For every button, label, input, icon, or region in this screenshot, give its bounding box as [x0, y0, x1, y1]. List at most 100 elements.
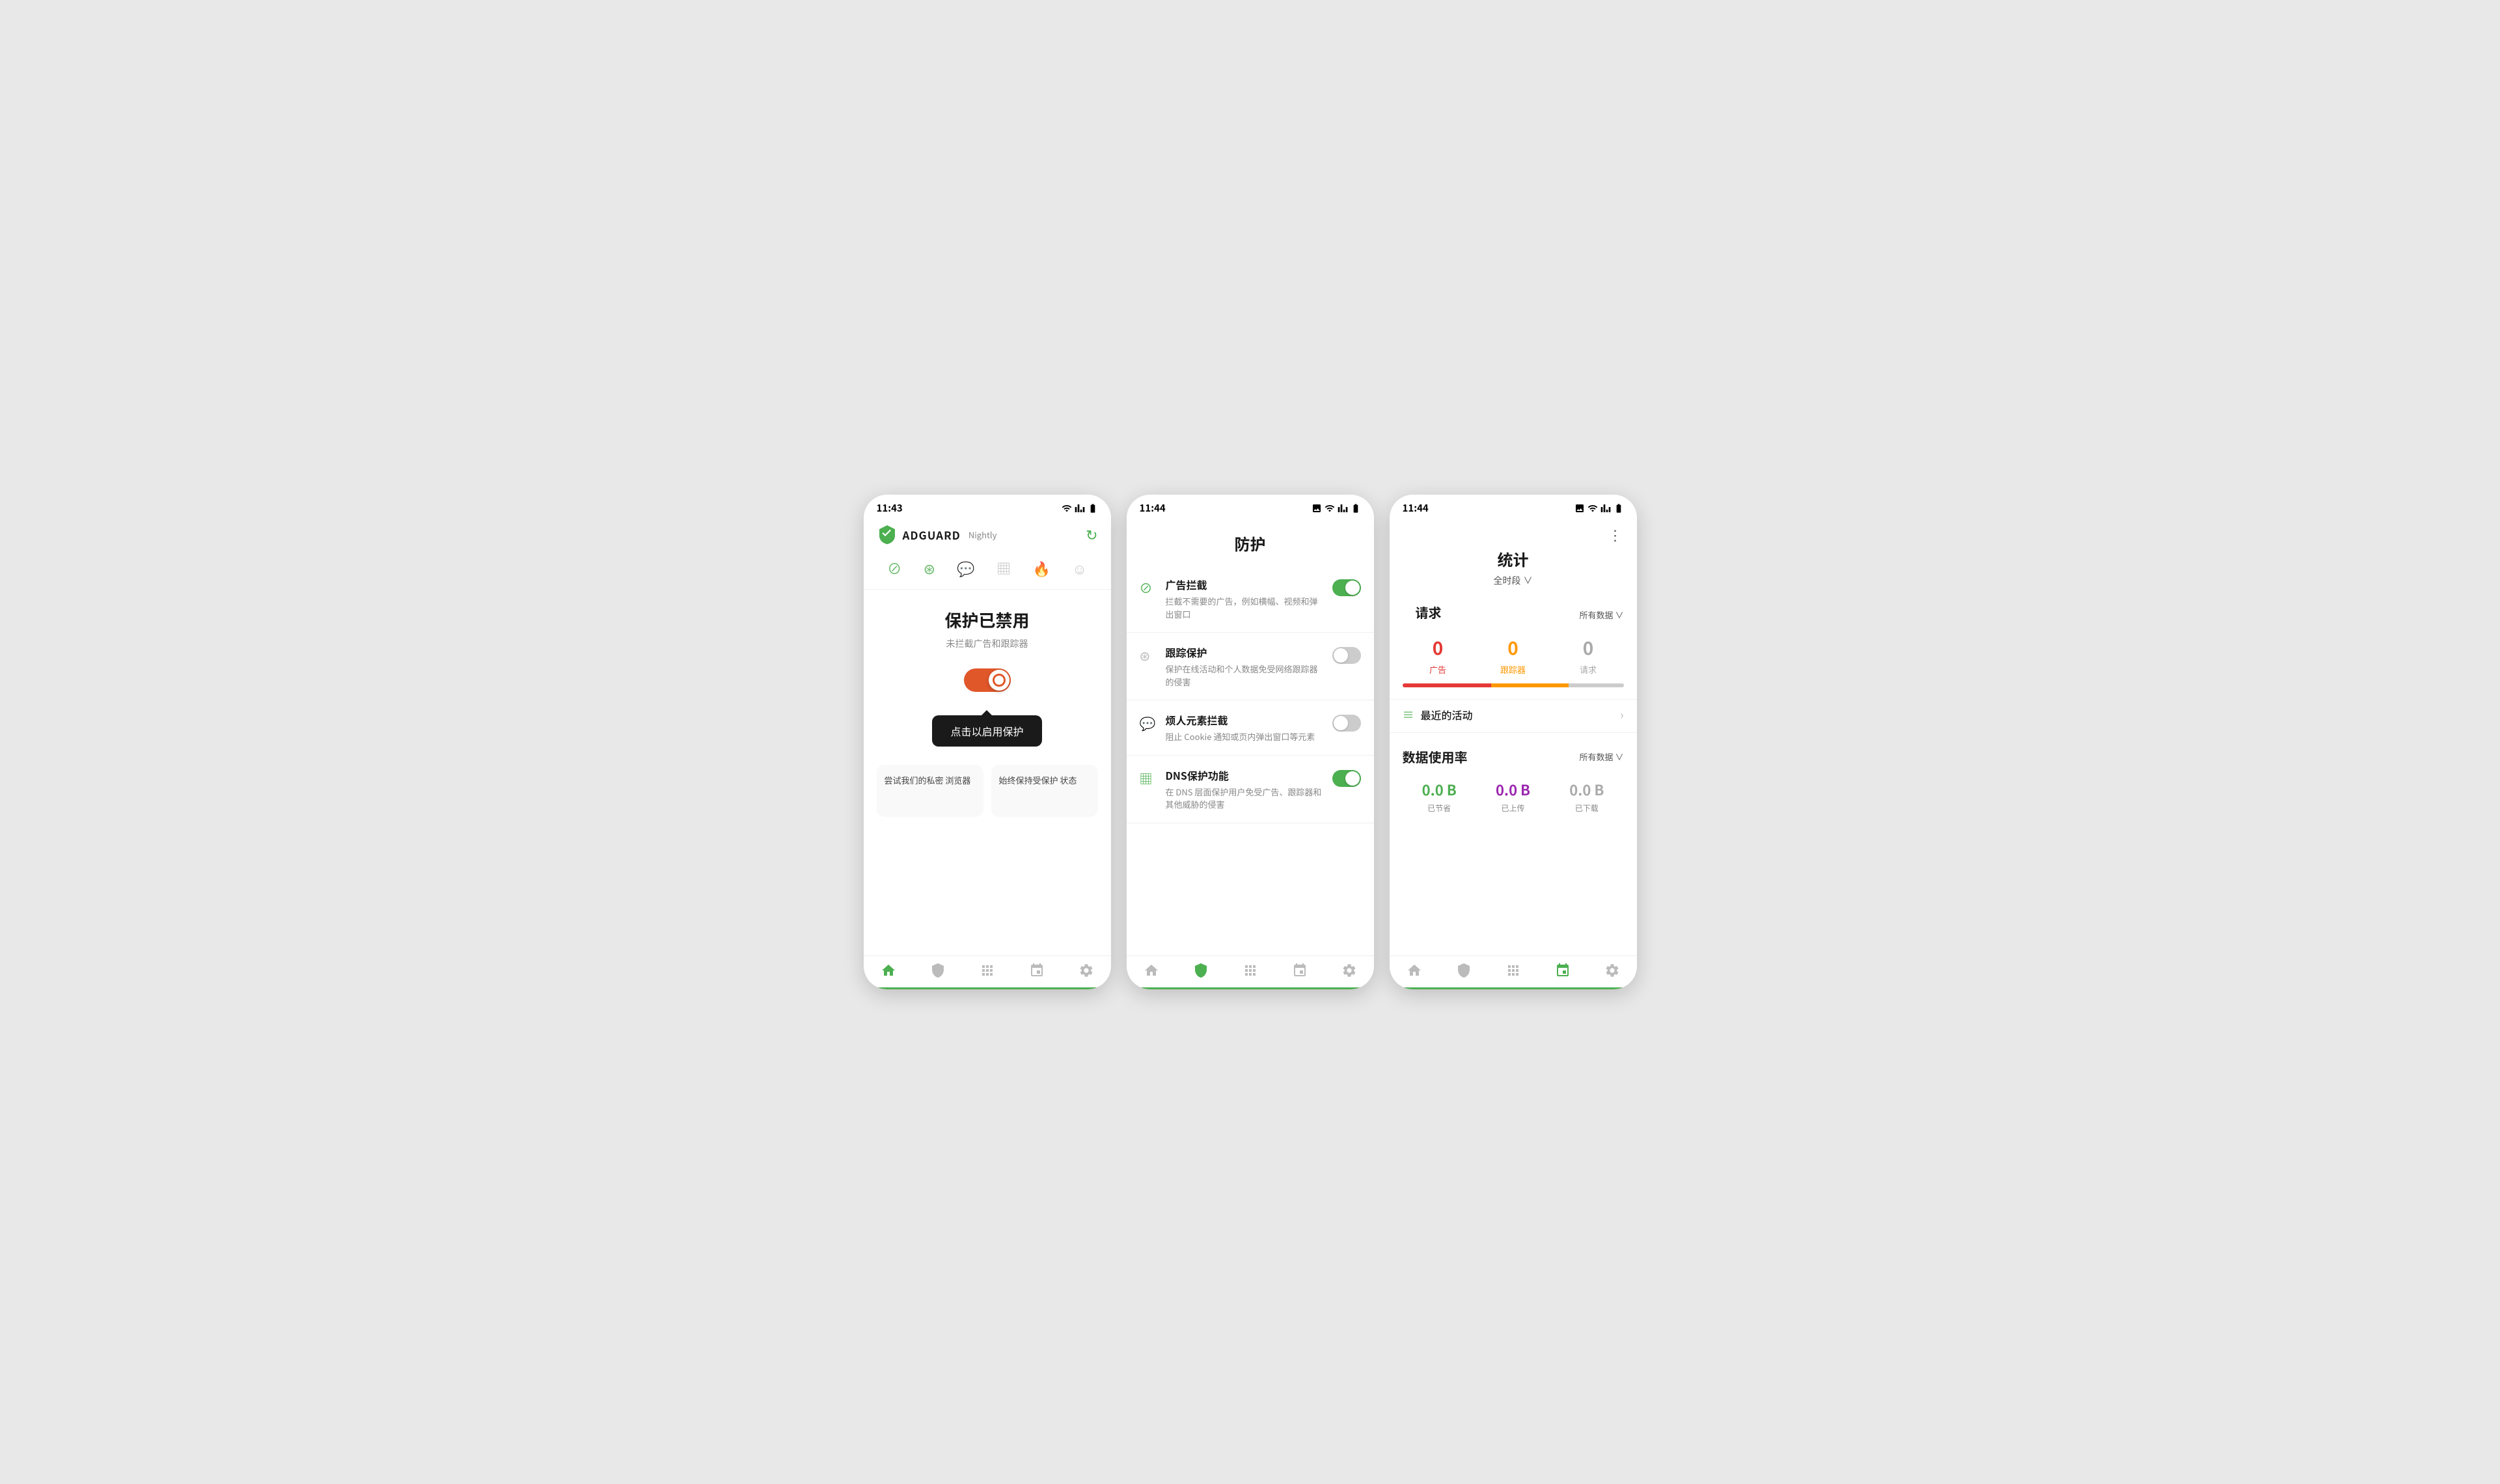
- data-filter[interactable]: 所有数据 ∨: [1579, 750, 1623, 763]
- prot-title-dns: DNS保护功能: [1166, 767, 1323, 783]
- nav-settings-3[interactable]: [1604, 963, 1620, 978]
- nav-home-2[interactable]: [1144, 963, 1159, 978]
- bottom-nav-2: [1127, 955, 1374, 987]
- battery-icon-3: [1614, 503, 1624, 514]
- ad-block-nav-icon[interactable]: ⊘: [887, 558, 901, 579]
- enable-tooltip[interactable]: 点击以启用保护: [932, 715, 1041, 747]
- more-menu-icon[interactable]: ⋮: [1608, 524, 1624, 545]
- data-downloaded: 0.0 B 已下载: [1569, 779, 1604, 814]
- track-nav-icon[interactable]: ⊛: [924, 558, 935, 579]
- data-uploaded-val: 0.0 B: [1496, 779, 1530, 800]
- bottom-nav-3: [1390, 955, 1637, 987]
- annoy-toggle-knob: [1334, 716, 1348, 730]
- trackers-progress-seg: [1491, 683, 1569, 687]
- nav-stats-3[interactable]: [1555, 963, 1571, 978]
- recent-activity-row[interactable]: ≡ 最近的活动 ›: [1390, 699, 1637, 733]
- data-downloaded-label: 已下载: [1575, 803, 1599, 814]
- nav-apps-1[interactable]: [980, 963, 995, 978]
- promo-card-browser-text: 尝试我们的私密 浏览器: [885, 774, 976, 787]
- promo-card-protected[interactable]: 始终保持受保护 状态: [991, 765, 1098, 817]
- requests-label: 请求: [1580, 663, 1597, 676]
- photo-icon: [1312, 503, 1322, 514]
- data-uploaded: 0.0 B 已上传: [1496, 779, 1530, 814]
- nav-shield-1[interactable]: [930, 963, 946, 978]
- signal-icon: [1075, 503, 1085, 514]
- ads-label: 广告: [1429, 663, 1446, 676]
- fire-nav-icon[interactable]: 🔥: [1033, 558, 1051, 579]
- settings-icon-2: [1341, 963, 1357, 978]
- prot-title-ad: 广告拦截: [1166, 577, 1323, 592]
- home-icon-2: [1144, 963, 1159, 978]
- nav-stats-2[interactable]: [1292, 963, 1308, 978]
- status-bar-1: 11:43: [864, 495, 1111, 519]
- data-downloaded-val: 0.0 B: [1569, 779, 1604, 800]
- data-usage-section: 数据使用率 所有数据 ∨ 0.0 B 已节省 0.0 B 已上传 0.0 B 已…: [1390, 733, 1637, 819]
- annoy-toggle[interactable]: [1332, 715, 1361, 732]
- activity-list-icon: ≡: [1403, 706, 1414, 723]
- wifi-icon: [1062, 503, 1072, 514]
- promo-card-browser[interactable]: 尝试我们的私密 浏览器: [877, 765, 983, 817]
- ad-block-toggle-knob: [1345, 581, 1360, 595]
- dns-toggle-knob: [1345, 771, 1360, 786]
- protection-section: 保护已禁用 未拦截广告和跟踪器: [864, 590, 1111, 715]
- dns-icon: ▦: [1140, 769, 1157, 788]
- prot-text-track: 跟踪保护 保护在线活动和个人数据免受网络跟踪器的侵害: [1166, 644, 1323, 688]
- track-icon: ⊛: [1140, 646, 1157, 665]
- data-numbers: 0.0 B 已节省 0.0 B 已上传 0.0 B 已下载: [1403, 769, 1624, 819]
- chevron-down-icon: ∨: [1524, 574, 1533, 587]
- promo-card-protected-text: 始终保持受保护 状态: [999, 774, 1090, 787]
- status-bar-2: 11:44: [1127, 495, 1374, 519]
- apps-icon-2: [1243, 963, 1258, 978]
- face-nav-icon[interactable]: ☺: [1072, 558, 1086, 579]
- protection-toggle[interactable]: [964, 668, 1011, 692]
- ad-block-icon: ⊘: [1140, 578, 1157, 597]
- filter-label: 所有数据: [1579, 609, 1613, 621]
- annoy-nav-icon[interactable]: 💬: [957, 558, 974, 579]
- requests-progress-bar: [1403, 683, 1624, 687]
- stats-header-row: ⋮: [1390, 519, 1637, 545]
- ads-progress-seg: [1403, 683, 1491, 687]
- nav-home-3[interactable]: [1407, 963, 1422, 978]
- phone1-header: ADGUARD Nightly ↻: [864, 519, 1111, 553]
- refresh-icon[interactable]: ↻: [1086, 524, 1097, 545]
- nav-stats-1[interactable]: [1029, 963, 1045, 978]
- prot-text-annoy: 烦人元素拦截 阻止 Cookie 通知或页内弹出窗口等元素: [1166, 712, 1323, 743]
- requests-filter[interactable]: 所有数据 ∨: [1579, 609, 1623, 621]
- adguard-logo-icon: [877, 524, 898, 545]
- dns-nav-icon[interactable]: ▦: [996, 558, 1011, 579]
- nav-apps-2[interactable]: [1243, 963, 1258, 978]
- req-trackers: 0 跟踪器: [1500, 635, 1526, 676]
- green-bar-1: [864, 987, 1111, 989]
- tooltip-wrapper: 点击以启用保护: [864, 715, 1111, 765]
- req-ads: 0 广告: [1429, 635, 1446, 676]
- nav-settings-2[interactable]: [1341, 963, 1357, 978]
- phone-2: 11:44 防护 ⊘ 广告拦截 拦截不需要的广告，例如横幅、视频和弹出窗口: [1127, 495, 1374, 989]
- data-saved: 0.0 B 已节省: [1422, 779, 1457, 814]
- nav-shield-3[interactable]: [1456, 963, 1472, 978]
- nav-home-1[interactable]: [881, 963, 896, 978]
- dns-toggle[interactable]: [1332, 770, 1361, 787]
- nav-settings-1[interactable]: [1078, 963, 1094, 978]
- nav-shield-2[interactable]: [1193, 963, 1209, 978]
- battery-icon: [1088, 503, 1098, 514]
- track-toggle[interactable]: [1332, 647, 1361, 664]
- ad-block-toggle[interactable]: [1332, 579, 1361, 596]
- status-time-2: 11:44: [1140, 501, 1166, 515]
- prot-desc-track: 保护在线活动和个人数据免受网络跟踪器的侵害: [1166, 663, 1323, 688]
- activity-chevron-icon: ›: [1620, 706, 1623, 723]
- protection-item-ad: ⊘ 广告拦截 拦截不需要的广告，例如横幅、视频和弹出窗口: [1127, 565, 1374, 633]
- requests-progress-seg: [1569, 683, 1624, 687]
- requests-count: 0: [1583, 635, 1594, 661]
- trackers-label: 跟踪器: [1500, 663, 1526, 676]
- data-filter-chevron-icon: ∨: [1615, 750, 1623, 763]
- data-filter-label: 所有数据: [1579, 750, 1613, 763]
- data-usage-title: 数据使用率: [1403, 747, 1468, 766]
- protection-page-title: 防护: [1127, 519, 1374, 565]
- nav-apps-3[interactable]: [1505, 963, 1521, 978]
- wifi-icon-2: [1325, 503, 1335, 514]
- annoy-icon: 💬: [1140, 713, 1157, 732]
- toggle-knob: [989, 670, 1010, 691]
- phone3-content: ⋮ 统计 全时段 ∨ 请求 所有数据 ∨ 0 广告 0 跟踪器 0: [1390, 519, 1637, 955]
- stats-period-selector[interactable]: 全时段 ∨: [1390, 574, 1637, 598]
- protection-title: 保护已禁用: [944, 608, 1029, 632]
